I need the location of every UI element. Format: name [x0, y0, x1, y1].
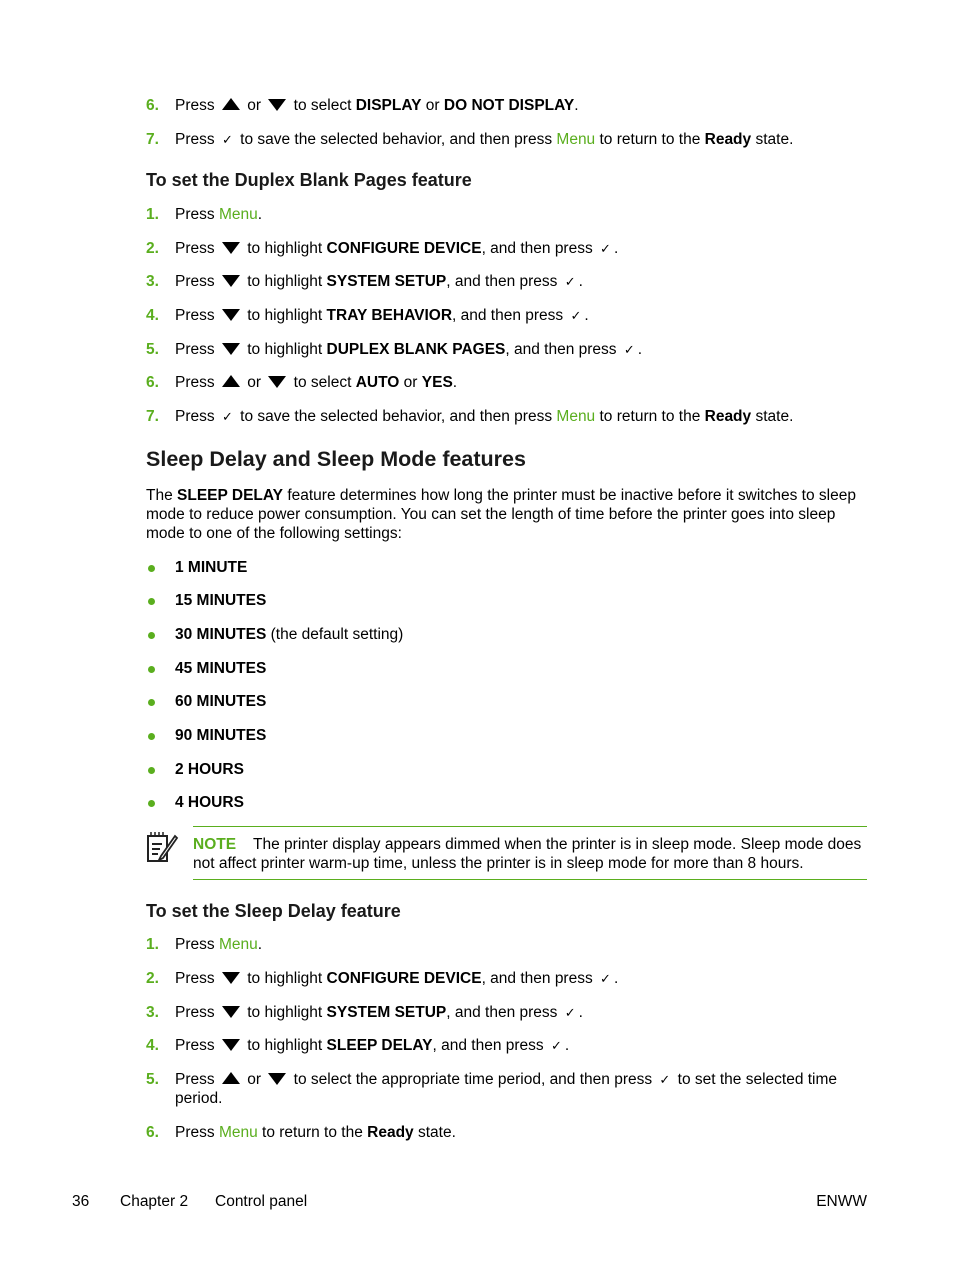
- step-number: 6.: [146, 1124, 159, 1141]
- step-number: 3.: [146, 273, 159, 290]
- sleep-delay-heading: To set the Sleep Delay feature: [146, 901, 401, 921]
- checkmark-icon: ✓: [623, 342, 635, 357]
- bullet-icon: [148, 598, 155, 605]
- step-number: 5.: [146, 341, 159, 358]
- checkmark-icon: ✓: [600, 241, 611, 256]
- bullet-icon: [148, 733, 155, 740]
- bullet-icon: [148, 800, 155, 807]
- step-number: 7.: [146, 408, 159, 425]
- down-arrow-icon: [221, 274, 240, 287]
- menu-link[interactable]: Menu: [556, 131, 595, 148]
- menu-link[interactable]: Menu: [556, 408, 595, 425]
- up-arrow-icon: [221, 1071, 240, 1084]
- down-arrow-icon: [221, 1038, 240, 1051]
- down-arrow-icon: [221, 1005, 240, 1018]
- checkmark-icon: ✓: [551, 1038, 562, 1053]
- note-pencil-icon: [147, 832, 179, 863]
- bullet-icon: [148, 767, 155, 774]
- document-page: 6. Press or to select DISPLAY or DO NOT …: [0, 0, 954, 1270]
- menu-link[interactable]: Menu: [219, 936, 258, 953]
- down-arrow-icon: [221, 971, 240, 984]
- step-number: 4.: [146, 307, 159, 324]
- down-arrow-icon: [268, 1072, 287, 1085]
- step-number: 2.: [146, 970, 159, 987]
- bullet-icon: [148, 699, 155, 706]
- checkmark-icon: ✓: [564, 274, 576, 289]
- checkmark-icon: ✓: [659, 1072, 671, 1087]
- menu-link[interactable]: Menu: [219, 206, 258, 223]
- up-arrow-icon: [221, 374, 240, 387]
- bullet-icon: [148, 666, 155, 673]
- note-box: NOTE The printer display appears dimmed …: [193, 826, 867, 880]
- step-number: 7.: [146, 131, 159, 148]
- down-arrow-icon: [268, 375, 287, 388]
- down-arrow-icon: [221, 308, 240, 321]
- step-number: 4.: [146, 1037, 159, 1054]
- menu-link[interactable]: Menu: [219, 1124, 258, 1141]
- sleep-heading: Sleep Delay and Sleep Mode features: [146, 447, 526, 471]
- step-number: 3.: [146, 1004, 159, 1021]
- up-arrow-icon: [221, 97, 240, 110]
- step-number: 2.: [146, 240, 159, 257]
- note-label: NOTE: [193, 836, 237, 853]
- footer-chapter: Chapter 2: [120, 1193, 189, 1210]
- sleep-intro: The SLEEP DELAY feature determines how l…: [146, 487, 856, 542]
- down-arrow-icon: [268, 98, 287, 111]
- step-number: 1.: [146, 206, 159, 223]
- footer-section: Control panel: [215, 1193, 308, 1210]
- checkmark-icon: ✓: [564, 1005, 576, 1020]
- footer-locale: ENWW: [816, 1193, 867, 1210]
- step-number: 1.: [146, 936, 159, 953]
- checkmark-icon: ✓: [221, 132, 233, 147]
- duplex-heading: To set the Duplex Blank Pages feature: [146, 170, 472, 190]
- down-arrow-icon: [221, 342, 240, 355]
- checkmark-icon: ✓: [600, 971, 611, 986]
- down-arrow-icon: [221, 241, 240, 254]
- checkmark-icon: ✓: [221, 409, 233, 424]
- checkmark-icon: ✓: [570, 308, 582, 323]
- note-text: The printer display appears dimmed when …: [193, 836, 862, 872]
- step-number: 5.: [146, 1071, 159, 1088]
- page-number: 36: [72, 1193, 90, 1210]
- step-number: 6.: [146, 374, 159, 391]
- step-number: 6.: [146, 97, 159, 114]
- bullet-icon: [148, 565, 155, 572]
- bullet-icon: [148, 632, 155, 639]
